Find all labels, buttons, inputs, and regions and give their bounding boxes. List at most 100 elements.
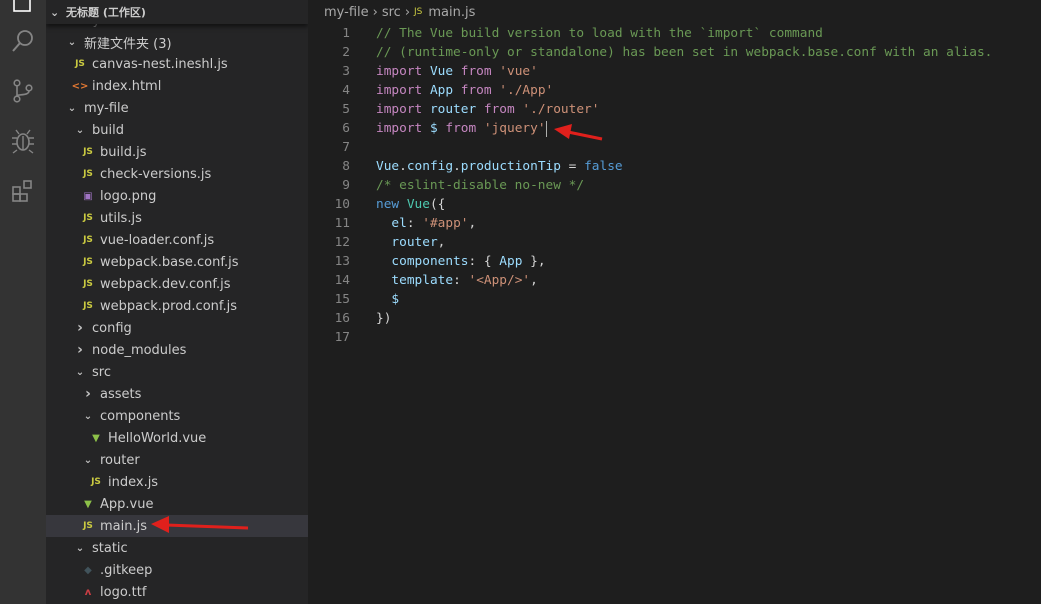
breadcrumb-item[interactable]: my-file bbox=[324, 5, 369, 20]
code-line: 9 /* eslint-disable no-new */ bbox=[308, 176, 992, 195]
js-file-icon: JS bbox=[83, 301, 93, 311]
js-file-icon: JS bbox=[83, 235, 93, 245]
code-token: : bbox=[453, 273, 469, 288]
tree-item-label: webpack.dev.conf.js bbox=[100, 276, 231, 292]
code-line: 14 template: '<App/>', bbox=[308, 271, 992, 290]
code-token: import bbox=[376, 83, 430, 98]
code-token: './App' bbox=[499, 83, 554, 98]
debug-icon[interactable] bbox=[8, 126, 38, 156]
search-icon[interactable] bbox=[8, 26, 38, 56]
tree-item-label: 新建文件夹 (3) bbox=[84, 36, 172, 52]
code-line: 4 import App from './App' bbox=[308, 81, 992, 100]
tree-file[interactable]: ʌ logo.ttf bbox=[46, 581, 308, 603]
breadcrumb-item[interactable]: main.js bbox=[428, 5, 475, 20]
vue-file-icon: ▼ bbox=[92, 432, 100, 444]
tree-folder[interactable]: › assets bbox=[46, 383, 308, 405]
line-number: 10 bbox=[334, 197, 350, 212]
workspace-header[interactable]: ⌄ 无标题 (工作区) bbox=[46, 0, 308, 24]
tree-file[interactable]: ▼ HelloWorld.vue bbox=[46, 427, 308, 449]
tree-folder[interactable]: › config bbox=[46, 317, 308, 339]
line-number: 9 bbox=[342, 178, 350, 193]
tree-file[interactable]: JS canvas-nest.ineshl.js bbox=[46, 53, 308, 75]
code-token: './router' bbox=[522, 102, 600, 117]
code-area[interactable]: 1 // The Vue build version to load with t… bbox=[308, 24, 993, 347]
tree-file[interactable]: JS main.js bbox=[46, 515, 308, 537]
extensions-icon[interactable] bbox=[8, 176, 38, 206]
tree-file[interactable]: JS webpack.prod.conf.js bbox=[46, 295, 308, 317]
code-token: $ bbox=[429, 121, 446, 136]
chevron-right-icon: › bbox=[77, 342, 83, 358]
code-token: from bbox=[460, 64, 500, 79]
chevron-right-icon: › bbox=[372, 4, 378, 20]
code-line: 7 bbox=[308, 138, 992, 157]
tree-item-label: vue-loader.conf.js bbox=[100, 232, 215, 248]
tree-file[interactable]: ▼ App.vue bbox=[46, 493, 308, 515]
tree-item-label: logo.png bbox=[100, 188, 157, 204]
tree-folder[interactable]: ⌄ static bbox=[46, 537, 308, 559]
tree-file[interactable]: ◆ .gitkeep bbox=[46, 559, 308, 581]
chevron-right-icon: › bbox=[85, 386, 91, 402]
js-file-icon: JS bbox=[83, 521, 93, 531]
line-number: 6 bbox=[342, 121, 350, 136]
tree-file[interactable]: JS vue-loader.conf.js bbox=[46, 229, 308, 251]
code-token: App bbox=[499, 254, 523, 269]
js-file-icon: JS bbox=[83, 279, 93, 289]
line-number: 3 bbox=[342, 64, 350, 79]
tree-item-label: webpack.base.conf.js bbox=[100, 254, 239, 270]
html-file-icon: <> bbox=[71, 80, 89, 92]
js-file-icon: JS bbox=[414, 7, 423, 17]
code-token: router bbox=[391, 235, 438, 250]
tree-folder[interactable]: ⌄ router bbox=[46, 449, 308, 471]
tree-file[interactable]: JS check-versions.js bbox=[46, 163, 308, 185]
code-line: 15 $ bbox=[308, 290, 992, 309]
code-token: : { bbox=[468, 254, 500, 269]
code-line: 3 import Vue from 'vue' bbox=[308, 62, 992, 81]
code-line: 10 new Vue({ bbox=[308, 195, 992, 214]
code-token: , bbox=[437, 235, 446, 250]
tree-file[interactable]: JS webpack.dev.conf.js bbox=[46, 273, 308, 295]
chevron-down-icon: ⌄ bbox=[75, 542, 85, 554]
code-token: '<App/>' bbox=[468, 273, 531, 288]
code-token: }) bbox=[376, 311, 392, 326]
breadcrumb-item[interactable]: src bbox=[382, 5, 401, 20]
tree-item-label: index.html bbox=[92, 78, 162, 94]
js-file-icon: JS bbox=[83, 147, 93, 157]
source-control-icon[interactable] bbox=[8, 76, 38, 106]
line-number: 1 bbox=[342, 26, 350, 41]
js-file-icon: JS bbox=[83, 257, 93, 267]
tree-file[interactable]: ▣ logo.png bbox=[46, 185, 308, 207]
tree-folder[interactable]: › node_modules bbox=[46, 339, 308, 361]
code-line: 16}) bbox=[308, 309, 992, 328]
image-file-icon: ▣ bbox=[83, 190, 93, 202]
code-token: import bbox=[376, 121, 430, 136]
tree-file[interactable]: JS index.js bbox=[46, 471, 308, 493]
code-token: // (runtime-only or standalone) has been… bbox=[376, 45, 993, 60]
tree-file[interactable]: JS utils.js bbox=[46, 207, 308, 229]
tree-folder[interactable]: ⌄ my-file bbox=[46, 97, 308, 119]
tree-file[interactable]: JS webpack.base.conf.js bbox=[46, 251, 308, 273]
tree-file[interactable]: JS build.js bbox=[46, 141, 308, 163]
code-token: 'jquery' bbox=[483, 121, 546, 136]
file-tree: ⌄ 新建文件夹 (3) JS canvas-nest.ineshl.js <> index… bbox=[46, 31, 308, 603]
tree-item-label: src bbox=[92, 364, 111, 380]
tree-folder[interactable]: ⌄ src bbox=[46, 361, 308, 383]
tree-item-label: my-file bbox=[84, 100, 129, 116]
tree-folder[interactable]: ⌄ 新建文件夹 (3) bbox=[46, 31, 308, 53]
tree-item-label: node_modules bbox=[92, 342, 187, 358]
code-token: }, bbox=[522, 254, 546, 269]
code-token: ({ bbox=[429, 197, 446, 212]
js-file-icon: JS bbox=[75, 59, 85, 69]
explorer-icon[interactable] bbox=[8, 0, 38, 16]
tree-file[interactable]: <> index.html bbox=[46, 75, 308, 97]
tree-folder[interactable]: ⌄ build bbox=[46, 119, 308, 141]
code-line: 12 router, bbox=[308, 233, 992, 252]
tree-folder[interactable]: ⌄ components bbox=[46, 405, 308, 427]
code-line: 13 components: { App }, bbox=[308, 252, 992, 271]
js-file-icon: JS bbox=[83, 213, 93, 223]
code-token: , bbox=[530, 273, 538, 288]
vue-file-icon: ▼ bbox=[84, 498, 92, 510]
tree-item-label: assets bbox=[100, 386, 142, 402]
